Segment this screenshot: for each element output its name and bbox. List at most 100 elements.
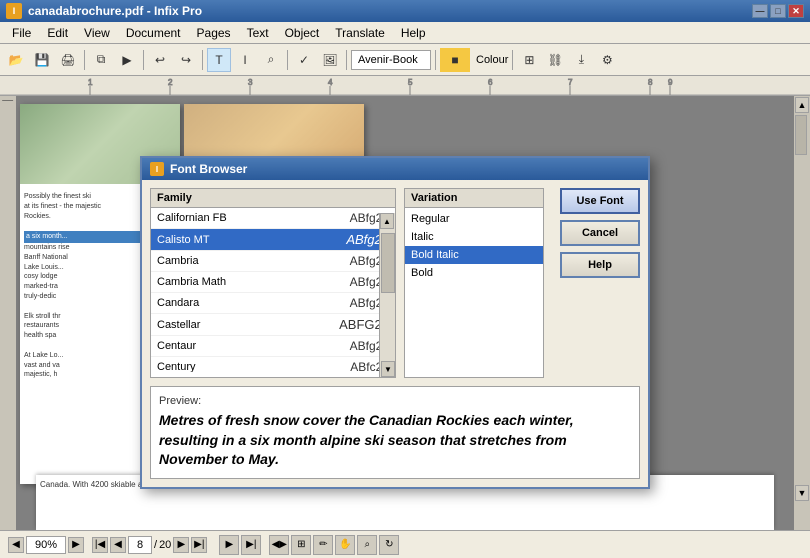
preview-section: Preview: Metres of fresh snow cover the … bbox=[150, 386, 640, 479]
dialog-title-text: Font Browser bbox=[170, 162, 247, 176]
text-button[interactable]: T bbox=[207, 48, 231, 72]
undo-button[interactable]: ↩ bbox=[148, 48, 172, 72]
dialog-overlay: I Font Browser Family Californian FB ABf… bbox=[0, 96, 810, 530]
family-list[interactable]: Californian FB ABfg27 Calisto MT ABfg27 … bbox=[151, 208, 395, 372]
spell-button[interactable]: ✓ bbox=[292, 48, 316, 72]
export-button[interactable]: ⤓ bbox=[569, 48, 593, 72]
zoom-input[interactable]: 90% bbox=[26, 536, 66, 554]
variation-bold[interactable]: Bold bbox=[405, 264, 543, 282]
variation-bold-italic[interactable]: Bold Italic bbox=[405, 246, 543, 264]
variation-header: Variation bbox=[405, 189, 543, 208]
zoom-tool-button[interactable]: ⌕ bbox=[357, 535, 377, 555]
use-font-button[interactable]: Use Font bbox=[560, 188, 640, 214]
hand-button[interactable]: ✋ bbox=[335, 535, 355, 555]
play-button[interactable]: ▶ bbox=[219, 535, 239, 555]
svg-text:1: 1 bbox=[88, 78, 93, 87]
window-controls[interactable]: — □ ✕ bbox=[752, 4, 804, 18]
family-item-centaur[interactable]: Centaur ABfg27 bbox=[151, 336, 395, 357]
menu-file[interactable]: File bbox=[4, 24, 39, 42]
preview-text: Metres of fresh snow cover the Canadian … bbox=[159, 411, 631, 470]
svg-text:4: 4 bbox=[328, 78, 333, 87]
family-panel: Family Californian FB ABfg27 Calisto MT … bbox=[150, 188, 396, 378]
variation-regular[interactable]: Regular bbox=[405, 210, 543, 228]
menu-translate[interactable]: Translate bbox=[327, 24, 393, 42]
family-item-cambria[interactable]: Cambria ABfg27 bbox=[151, 251, 395, 272]
settings-button[interactable]: ⚙ bbox=[595, 48, 619, 72]
family-item-calisto[interactable]: Calisto MT ABfg27 bbox=[151, 229, 395, 251]
zoom-button[interactable]: ⌕ bbox=[259, 48, 283, 72]
cancel-button[interactable]: Cancel bbox=[560, 220, 640, 246]
open-button[interactable]: 📂 bbox=[4, 48, 28, 72]
app-icon: I bbox=[6, 3, 22, 19]
link-button[interactable]: ⛓ bbox=[543, 48, 567, 72]
redo-button[interactable]: ↪ bbox=[174, 48, 198, 72]
family-item-castellar[interactable]: Castellar ABFG27 bbox=[151, 314, 395, 336]
ruler: 1 2 3 4 5 6 7 8 9 bbox=[0, 76, 810, 96]
colour-picker[interactable]: ■ bbox=[440, 48, 470, 72]
menu-view[interactable]: View bbox=[76, 24, 118, 42]
scrollbar-up[interactable]: ▲ bbox=[380, 213, 394, 229]
page-controls: |◀ ◀ / 20 ▶ ▶| bbox=[92, 536, 207, 554]
svg-text:9: 9 bbox=[668, 78, 673, 87]
scrollbar-thumb[interactable] bbox=[381, 233, 395, 293]
menu-help[interactable]: Help bbox=[393, 24, 434, 42]
separator-1 bbox=[84, 50, 85, 70]
zoom-up-button[interactable]: ▶ bbox=[68, 537, 84, 553]
menu-document[interactable]: Document bbox=[118, 24, 189, 42]
dialog-buttons: Use Font Cancel Help bbox=[552, 188, 640, 378]
svg-text:8: 8 bbox=[648, 78, 653, 87]
svg-text:5: 5 bbox=[408, 78, 413, 87]
family-panel-wrapper: Family Californian FB ABfg27 Calisto MT … bbox=[150, 188, 396, 378]
print-button[interactable]: 🖨 bbox=[56, 48, 80, 72]
svg-text:6: 6 bbox=[488, 78, 493, 87]
pencil-button[interactable]: ✏ bbox=[313, 535, 333, 555]
cursor-button[interactable]: I bbox=[233, 48, 257, 72]
variation-italic[interactable]: Italic bbox=[405, 228, 543, 246]
family-item-californian[interactable]: Californian FB ABfg27 bbox=[151, 208, 395, 229]
page-number-input[interactable] bbox=[128, 536, 152, 554]
separator-3 bbox=[202, 50, 203, 70]
next-page-button[interactable]: ▶ bbox=[173, 537, 189, 553]
last-page-button[interactable]: ▶| bbox=[191, 537, 207, 553]
variation-panel: Variation Regular Italic Bold Italic bbox=[404, 188, 544, 378]
stop-button[interactable]: ▶| bbox=[241, 535, 261, 555]
copy-button[interactable]: ⧉ bbox=[89, 48, 113, 72]
first-page-button[interactable]: |◀ bbox=[92, 537, 108, 553]
total-pages: 20 bbox=[159, 539, 171, 551]
family-item-candara[interactable]: Candara ABfg27 bbox=[151, 293, 395, 314]
view-button[interactable]: ⊞ bbox=[291, 535, 311, 555]
prev-page-button[interactable]: ◀ bbox=[110, 537, 126, 553]
dialog-body: Family Californian FB ABfg27 Calisto MT … bbox=[142, 180, 648, 487]
save-button[interactable]: 💾 bbox=[30, 48, 54, 72]
select-button[interactable]: ▶ bbox=[115, 48, 139, 72]
font-indicator: Avenir-Book bbox=[351, 50, 431, 70]
menu-edit[interactable]: Edit bbox=[39, 24, 76, 42]
audio-button[interactable]: ◀▶ bbox=[269, 535, 289, 555]
zoom-controls: ◀ 90% ▶ bbox=[8, 536, 84, 554]
frame-button[interactable]: ⊞ bbox=[517, 48, 541, 72]
maximize-button[interactable]: □ bbox=[770, 4, 786, 18]
close-button[interactable]: ✕ bbox=[788, 4, 804, 18]
window-title: canadabrochure.pdf - Infix Pro bbox=[28, 4, 202, 18]
menu-text[interactable]: Text bbox=[239, 24, 277, 42]
variation-list: Regular Italic Bold Italic Bold bbox=[405, 208, 543, 284]
zoom-down-button[interactable]: ◀ bbox=[8, 537, 24, 553]
separator-7 bbox=[512, 50, 513, 70]
page-separator: / bbox=[154, 539, 157, 551]
toolbar: 📂 💾 🖨 ⧉ ▶ ↩ ↪ T I ⌕ ✓ 🖼 Avenir-Book ■ Co… bbox=[0, 44, 810, 76]
separator-4 bbox=[287, 50, 288, 70]
image-button[interactable]: 🖼 bbox=[318, 48, 342, 72]
main-area: │ Possibly the finest skiat its finest -… bbox=[0, 96, 810, 530]
family-item-cambria-math[interactable]: Cambria Math ABfg27 bbox=[151, 272, 395, 293]
ruler-svg: 1 2 3 4 5 6 7 8 9 bbox=[0, 76, 810, 96]
menu-pages[interactable]: Pages bbox=[189, 24, 239, 42]
help-button[interactable]: Help bbox=[560, 252, 640, 278]
rotate-button[interactable]: ↻ bbox=[379, 535, 399, 555]
separator-5 bbox=[346, 50, 347, 70]
minimize-button[interactable]: — bbox=[752, 4, 768, 18]
family-scrollbar[interactable]: ▲ ▼ bbox=[379, 213, 395, 377]
family-item-century[interactable]: Century ABfc27 bbox=[151, 357, 395, 372]
scrollbar-down[interactable]: ▼ bbox=[381, 361, 395, 377]
preview-label: Preview: bbox=[159, 395, 631, 407]
menu-object[interactable]: Object bbox=[277, 24, 328, 42]
